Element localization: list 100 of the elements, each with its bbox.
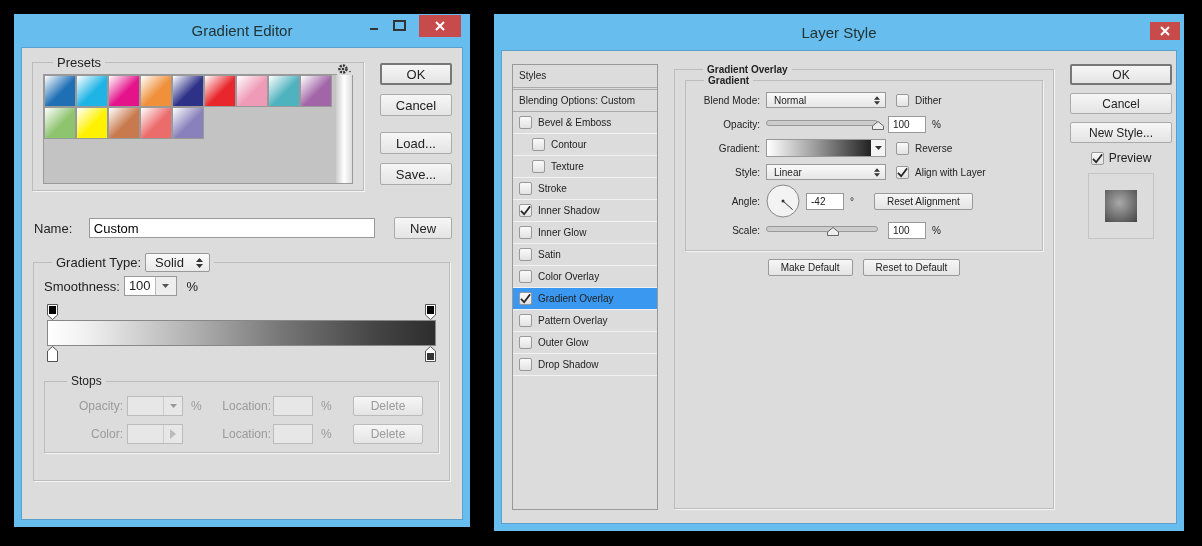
style-item[interactable]: Pattern Overlay [513,310,657,332]
scale-field[interactable]: 100 [888,221,926,239]
location-label: Location: [221,399,271,413]
dialog-button[interactable]: Load... [380,132,452,154]
preview-thumbnail [1105,190,1137,222]
style-item[interactable]: Stroke [513,178,657,200]
style-label: Gradient Overlay [538,293,614,304]
checkbox[interactable] [896,165,909,179]
location-label: Location: [221,427,271,441]
checkbox[interactable] [532,160,545,173]
checkbox[interactable] [519,116,532,129]
updown-arrows-icon [195,257,203,268]
reset-alignment-button[interactable]: Reset Alignment [874,192,973,210]
checkbox[interactable] [519,358,532,371]
checkbox[interactable] [1090,151,1104,165]
checkbox[interactable] [519,336,532,349]
style-item[interactable]: Drop Shadow [513,354,657,376]
checkbox[interactable] [519,182,532,195]
style-item[interactable]: Gradient Overlay [513,288,657,310]
style-label: Satin [538,249,561,260]
maximize-icon[interactable] [393,20,407,32]
style-item[interactable]: Outer Glow [513,332,657,354]
section-title: Gradient Overlay [706,64,789,75]
style-item[interactable]: Satin [513,244,657,266]
dialog-button[interactable]: Save... [380,163,452,185]
styles-header[interactable]: Styles [513,65,657,90]
settings-icon[interactable] [337,63,353,75]
style-item[interactable]: Inner Glow [513,222,657,244]
unit-label: ° [850,195,855,207]
gradient-swatch[interactable] [108,107,140,139]
unit-label: % [932,224,941,236]
style-label: Stroke [538,183,567,194]
gradient-swatch[interactable] [108,75,140,107]
name-label: Name: [34,220,74,236]
gradient-swatch[interactable] [172,107,204,139]
style-label: Inner Shadow [538,205,600,216]
smoothness-field[interactable]: 100 [123,276,177,296]
updown-arrows-icon [874,95,880,105]
checkbox[interactable] [532,138,545,151]
dialog-button[interactable]: Cancel [380,94,452,116]
gradient-swatch[interactable] [76,75,108,107]
color-stop-icon[interactable] [425,346,436,362]
new-button[interactable]: New [394,217,452,239]
gradient-swatch[interactable] [76,107,108,139]
scrollbar[interactable] [336,75,352,183]
style-label: Color Overlay [538,271,600,282]
default-button[interactable]: Reset to Default [862,259,961,276]
gradient-swatch[interactable] [268,75,300,107]
angle-field[interactable]: -42 [806,192,844,210]
gradient-preview-bar[interactable] [47,320,436,346]
opacity-stop-icon[interactable] [47,304,58,320]
close-button[interactable] [1150,22,1180,40]
checkbox[interactable] [519,204,532,217]
opacity-stop-icon[interactable] [425,304,436,320]
gradient-type-dropdown[interactable]: Solid [145,253,210,272]
checkbox[interactable] [519,226,532,239]
checkbox[interactable] [519,248,532,261]
unit-label: % [932,118,941,130]
default-button[interactable]: Make Default [767,259,853,276]
caret-icon [874,146,882,150]
gradient-swatch[interactable] [140,75,172,107]
blend-mode-dropdown[interactable]: Normal [766,92,886,108]
gradient-swatch[interactable] [204,75,236,107]
slider-thumb[interactable] [872,121,884,130]
gradient-swatch[interactable] [300,75,332,107]
dialog-button[interactable]: OK [380,63,452,85]
style-dropdown[interactable]: Linear [766,164,886,180]
angle-dial[interactable] [766,184,800,218]
style-item[interactable]: Contour [513,134,657,156]
field-label: Angle: [730,195,760,207]
unit-label: % [186,278,199,294]
checkbox[interactable] [896,141,909,155]
dialog-button[interactable]: New Style... [1070,122,1172,143]
gradient-swatch[interactable] [44,75,76,107]
name-field[interactable]: Custom [88,218,376,238]
unit-label: % [190,399,203,413]
gradient-type-label: Gradient Type: [56,255,142,270]
color-stop-icon[interactable] [47,346,58,362]
gradient-swatch[interactable] [236,75,268,107]
updown-arrows-icon [874,167,880,177]
dialog-button[interactable]: Cancel [1070,93,1172,114]
style-item[interactable]: Bevel & Emboss [513,112,657,134]
close-button[interactable] [419,15,461,37]
style-item[interactable]: Inner Shadow [513,200,657,222]
checkbox[interactable] [519,270,532,283]
gradient-swatch[interactable] [140,107,172,139]
slider-thumb[interactable] [827,227,840,236]
checkbox[interactable] [519,292,532,305]
gradient-picker[interactable] [766,139,886,157]
opacity-field[interactable]: 100 [888,115,926,133]
style-label: Inner Glow [538,227,587,238]
style-item[interactable]: Texture [513,156,657,178]
checkbox[interactable] [519,314,532,327]
stop-label: Opacity: [78,399,123,413]
checkbox[interactable] [896,93,909,107]
gradient-swatch[interactable] [172,75,204,107]
blending-options-item[interactable]: Blending Options: Custom [513,90,657,112]
group-label: Gradient [707,75,751,86]
dialog-button[interactable]: OK [1070,64,1172,85]
gradient-swatch[interactable] [44,107,76,139]
